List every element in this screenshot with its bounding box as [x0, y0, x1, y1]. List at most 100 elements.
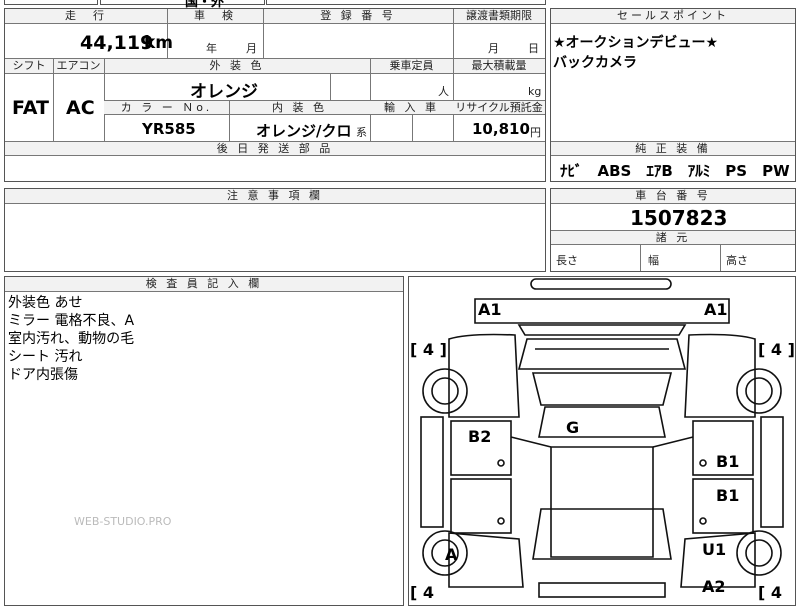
mark-b1-upper: B1 — [716, 452, 740, 471]
divider — [229, 101, 230, 141]
interior-color-header: 内 装 色 — [229, 101, 370, 115]
top-strip-left — [4, 0, 98, 5]
rear-right-tire — [736, 530, 782, 576]
dims-width-label: 幅 — [648, 254, 659, 267]
equipment-items: ﾅﾋﾞ ABS ｴｱB ｱﾙﾐ PS PW — [560, 162, 790, 180]
dims-header: 諸 元 — [551, 231, 795, 245]
chassis-number: 1507823 — [630, 206, 728, 230]
windshield-outline — [517, 338, 687, 370]
mileage-unit: km — [144, 33, 174, 53]
front-right-tire — [736, 368, 782, 414]
door-handle — [497, 459, 505, 467]
mileage-value: 44,119 — [80, 32, 154, 54]
sales-point-header: セールスポイント — [551, 9, 795, 24]
capacity-header: 乗車定員 — [370, 59, 453, 74]
aircon-header: エアコン — [53, 59, 104, 74]
sales-point-line-1: ★オークションデビュー★ — [553, 35, 719, 51]
inspector-note: 室内汚れ、動物の毛 — [8, 331, 135, 347]
rear-left-quarter — [448, 532, 524, 588]
door-line — [652, 436, 694, 448]
tire-rear-right: [ 4 — [758, 583, 783, 602]
cabin-outline — [538, 406, 666, 438]
center-body — [550, 446, 654, 558]
capacity-unit: 人 — [438, 85, 449, 98]
sales-point-line-2: バックカメラ — [553, 55, 637, 71]
transfer-deadline-header: 譲渡書類期限 — [453, 9, 545, 24]
mark-u1: U1 — [702, 540, 727, 559]
front-left-tire — [422, 368, 468, 414]
divider — [720, 245, 721, 271]
tire-rear-left: [ 4 — [410, 583, 435, 602]
door-handle — [699, 459, 707, 467]
inspector-notes: 外装色 あせ ミラー 電格不良、A 室内汚れ、動物の毛 シート 汚れ ドア内張傷 — [8, 294, 134, 384]
recycle-fee-unit: 円 — [530, 126, 541, 139]
front-left-tire-inner — [431, 377, 459, 405]
mileage-header: 走 行 — [5, 9, 167, 24]
later-parts-header: 後 日 発 送 部 品 — [5, 142, 545, 156]
equipment-header: 純 正 装 備 — [551, 142, 795, 156]
divider — [412, 115, 413, 141]
inspector-note: シート 汚れ — [8, 349, 83, 365]
inspector-header: 検 査 員 記 入 欄 — [5, 277, 403, 292]
inspector-note: ドア内張傷 — [8, 367, 78, 383]
left-rear-door — [450, 478, 512, 534]
door-handle — [497, 517, 505, 525]
roof-outline — [531, 372, 673, 406]
tire-front-left: [ 4 ] — [410, 340, 447, 359]
interior-suffix: 系 — [356, 126, 367, 139]
color-no-header: カ ラ ー Ｎo. — [104, 101, 229, 115]
shaken-year-unit: 年 — [206, 42, 217, 55]
load-unit: kg — [528, 85, 542, 98]
top-strip-right — [266, 0, 546, 5]
dims-length-label: 長さ — [556, 254, 578, 267]
door-handle — [699, 517, 707, 525]
rear-window — [532, 508, 672, 560]
mark-a1-left: A1 — [478, 300, 502, 319]
door-line — [510, 436, 552, 448]
right-sill — [760, 416, 784, 528]
exterior-color-value: オレンジ — [190, 82, 258, 102]
mark-a2: A2 — [702, 577, 726, 596]
front-bumper-shape — [530, 278, 672, 290]
color-no-value: YR585 — [142, 120, 196, 138]
mark-a1-right: A1 — [704, 300, 728, 319]
divider — [263, 9, 264, 58]
shaken-month-unit: 月 — [246, 42, 257, 55]
inspector-note: ミラー 電格不良、A — [8, 313, 135, 329]
car-diagram — [420, 278, 784, 598]
divider — [640, 245, 641, 271]
left-sill — [420, 416, 444, 528]
aircon-value: AC — [66, 97, 95, 119]
transfer-month-unit: 月 — [488, 42, 499, 55]
watermark: WEB-STUDIO.PRO — [74, 515, 172, 528]
max-load-header: 最大積載量 — [453, 59, 545, 74]
mark-a: A — [445, 545, 458, 564]
front-body-outline — [474, 298, 730, 324]
import-header: 輸 入 車 — [370, 101, 453, 115]
divider — [53, 59, 54, 141]
inspector-note: 外装色 あせ — [8, 295, 83, 311]
reg-no-header: 登 録 番 号 — [263, 9, 453, 24]
recycle-fee-value: 10,810 — [472, 120, 530, 138]
divider — [453, 9, 454, 58]
shift-header: シフト — [5, 59, 53, 74]
chassis-header: 車 台 番 号 — [551, 189, 795, 204]
shift-value: FAT — [12, 97, 49, 119]
hood-outline — [517, 324, 687, 336]
divider — [330, 74, 331, 100]
left-front-fender — [448, 333, 520, 418]
caution-header: 注 意 事 項 欄 — [5, 189, 545, 204]
front-right-tire-inner — [745, 377, 773, 405]
rear-right-tire-inner — [745, 539, 773, 567]
recycle-fee-header: リサイクル預託金 — [453, 101, 545, 115]
dims-height-label: 高さ — [726, 254, 748, 267]
shaken-header: 車 検 — [167, 9, 263, 24]
top-strip-mid — [100, 0, 265, 5]
exterior-color-header: 外 装 色 — [104, 59, 370, 74]
right-front-fender — [684, 333, 756, 418]
rear-bumper-shape — [538, 582, 666, 598]
transfer-day-unit: 日 — [528, 42, 539, 55]
mark-b2: B2 — [468, 427, 492, 446]
interior-color-value: オレンジ/クロ — [256, 122, 352, 140]
tire-front-right: [ 4 ] — [758, 340, 795, 359]
